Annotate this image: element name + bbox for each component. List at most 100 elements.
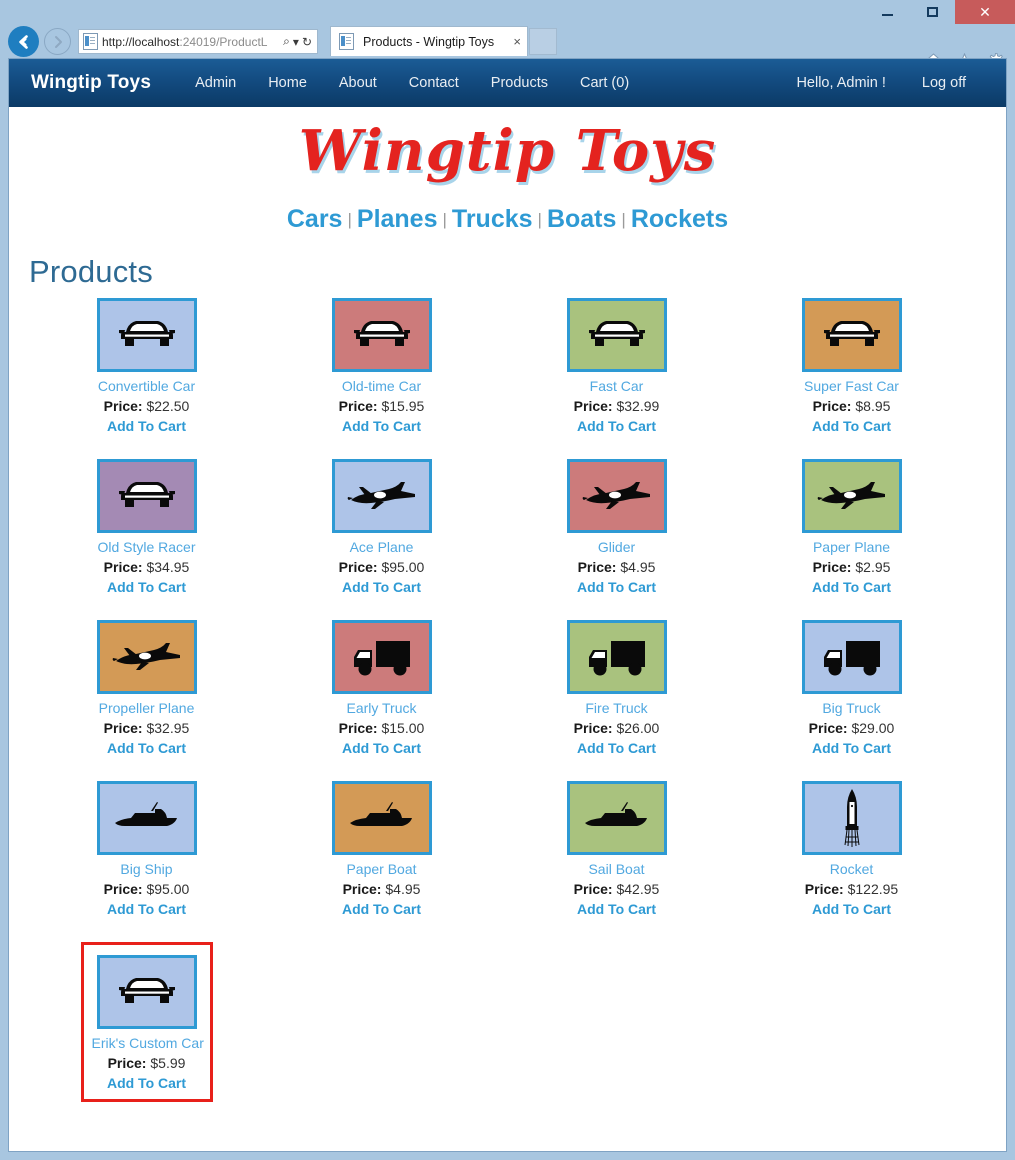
price-label: Price: [103,881,143,897]
truck-icon [820,635,884,679]
product-name-link[interactable]: Rocket [802,861,902,877]
product-thumbnail[interactable] [566,298,667,372]
product-thumbnail[interactable] [566,781,667,855]
add-to-cart-button[interactable]: Add To Cart [97,418,197,434]
product-name-link[interactable]: Paper Boat [332,861,432,877]
product-name-link[interactable]: Paper Plane [802,539,902,555]
chevron-down-icon[interactable]: ▾ [293,35,299,49]
maximize-button[interactable] [910,0,955,24]
close-window-button[interactable]: ✕ [955,0,1015,24]
product-price: Price: $22.50 [97,398,197,414]
nav-item-contact[interactable]: Contact [393,75,475,91]
price-label: Price: [103,720,143,736]
product-name-link[interactable]: Sail Boat [567,861,667,877]
add-to-cart-button[interactable]: Add To Cart [92,1075,202,1091]
add-to-cart-button[interactable]: Add To Cart [332,579,432,595]
product-price: Price: $32.99 [567,398,667,414]
price-label: Price: [573,398,613,414]
product-card: Paper Boat Price: $4.95 Add To Cart [331,781,432,917]
category-separator: | [537,210,542,229]
site-brand[interactable]: Wingtip Toys [31,72,151,94]
add-to-cart-button[interactable]: Add To Cart [97,740,197,756]
product-name-link[interactable]: Fast Car [567,378,667,394]
page-viewport: Wingtip Toys Admin Home About Contact Pr… [8,58,1007,1152]
add-to-cart-button[interactable]: Add To Cart [97,901,197,917]
product-thumbnail[interactable] [566,459,667,533]
nav-item-home[interactable]: Home [252,75,323,91]
product-name-link[interactable]: Convertible Car [97,378,197,394]
add-to-cart-button[interactable]: Add To Cart [567,901,667,917]
add-to-cart-button[interactable]: Add To Cart [802,901,902,917]
product-name-link[interactable]: Glider [567,539,667,555]
product-name-link[interactable]: Super Fast Car [802,378,902,394]
product-thumbnail[interactable] [96,955,197,1029]
product-thumbnail[interactable] [801,459,902,533]
product-cell: Fire Truck Price: $26.00 Add To Cart [499,620,734,756]
add-to-cart-button[interactable]: Add To Cart [567,579,667,595]
product-thumbnail[interactable] [331,620,432,694]
price-label: Price: [103,559,143,575]
product-thumbnail[interactable] [331,459,432,533]
product-name-link[interactable]: Fire Truck [567,700,667,716]
category-link-boats[interactable]: Boats [547,205,616,233]
category-link-cars[interactable]: Cars [287,205,343,233]
product-thumbnail[interactable] [96,781,197,855]
nav-item-cart[interactable]: Cart (0) [564,75,645,91]
car-icon [586,315,648,355]
product-name-link[interactable]: Early Truck [332,700,432,716]
plane-icon [345,476,419,516]
nav-item-about[interactable]: About [323,75,393,91]
tab-close-icon[interactable]: × [513,34,521,49]
product-name-link[interactable]: Propeller Plane [97,700,197,716]
price-label: Price: [338,720,378,736]
add-to-cart-button[interactable]: Add To Cart [802,740,902,756]
back-button[interactable] [8,26,39,57]
product-name-link[interactable]: Ace Plane [332,539,432,555]
price-label: Price: [804,881,844,897]
product-cell: Paper Plane Price: $2.95 Add To Cart [734,459,969,595]
add-to-cart-button[interactable]: Add To Cart [97,579,197,595]
add-to-cart-button[interactable]: Add To Cart [332,740,432,756]
nav-item-admin[interactable]: Admin [179,75,252,91]
product-thumbnail[interactable] [801,781,902,855]
product-thumbnail[interactable] [96,459,197,533]
product-name-link[interactable]: Erik's Custom Car [92,1035,204,1051]
price-value: $32.99 [616,398,660,414]
product-card: Super Fast Car Price: $8.95 Add To Cart [801,298,902,434]
add-to-cart-button[interactable]: Add To Cart [802,579,902,595]
product-name-link[interactable]: Old Style Racer [97,539,197,555]
nav-item-products[interactable]: Products [475,75,564,91]
price-label: Price: [573,720,613,736]
product-thumbnail[interactable] [96,620,197,694]
product-thumbnail[interactable] [566,620,667,694]
refresh-icon[interactable]: ↻ [302,35,312,49]
product-thumbnail[interactable] [801,298,902,372]
browser-tab[interactable]: Products - Wingtip Toys × [330,26,528,56]
logoff-link[interactable]: Log off [904,75,984,91]
category-link-rockets[interactable]: Rockets [631,205,728,233]
add-to-cart-button[interactable]: Add To Cart [567,740,667,756]
address-bar[interactable]: http://localhost:24019/ProductL ⌕ ▾ ↻ [78,29,318,54]
product-cell: Old-time Car Price: $15.95 Add To Cart [264,298,499,434]
product-thumbnail[interactable] [801,620,902,694]
add-to-cart-button[interactable]: Add To Cart [332,901,432,917]
minimize-button[interactable] [865,0,910,24]
product-name-link[interactable]: Big Ship [97,861,197,877]
category-link-planes[interactable]: Planes [357,205,438,233]
product-name-link[interactable]: Old-time Car [332,378,432,394]
category-link-trucks[interactable]: Trucks [452,205,533,233]
add-to-cart-button[interactable]: Add To Cart [802,418,902,434]
forward-button[interactable] [44,28,71,55]
product-thumbnail[interactable] [96,298,197,372]
product-thumbnail[interactable] [331,298,432,372]
price-value: $4.95 [620,559,656,575]
search-icon[interactable]: ⌕ [283,34,290,49]
greeting-label[interactable]: Hello, Admin ! [778,75,903,91]
add-to-cart-button[interactable]: Add To Cart [567,418,667,434]
product-cell: Sail Boat Price: $42.95 Add To Cart [499,781,734,917]
product-cell: Paper Boat Price: $4.95 Add To Cart [264,781,499,917]
product-thumbnail[interactable] [331,781,432,855]
new-tab-button[interactable] [529,28,557,55]
product-name-link[interactable]: Big Truck [802,700,902,716]
add-to-cart-button[interactable]: Add To Cart [332,418,432,434]
